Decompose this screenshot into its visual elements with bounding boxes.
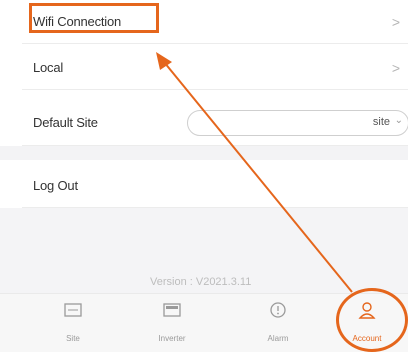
default-site-select[interactable]: site ⌄ [187,110,408,136]
chevron-down-icon: ⌄ [394,115,403,126]
tab-site-label: Site [66,334,80,343]
version-text: Version : V2021.3.11 [150,276,252,288]
logout-label: Log Out [33,178,78,193]
tab-inverter[interactable]: Inverter [142,300,202,343]
default-site-label: Default Site [33,115,98,130]
inverter-icon [163,303,181,317]
local-label: Local [33,60,64,75]
chevron-right-icon: > [391,59,400,76]
tab-alarm[interactable]: Alarm [248,300,308,343]
tab-inverter-label: Inverter [158,334,186,343]
section-separator [0,146,408,160]
site-icon [64,303,82,317]
menu-item-logout[interactable]: Log Out [22,164,408,208]
alarm-icon [270,302,286,318]
chevron-right-icon: > [391,13,400,30]
tab-site[interactable]: Site [43,300,103,343]
menu-item-local[interactable]: Local > [22,46,408,90]
account-highlight-circle [336,288,408,352]
menu-item-default-site: Default Site site ⌄ [22,100,408,146]
wifi-highlight-box [29,3,159,33]
default-site-value: site [372,116,390,128]
tab-alarm-label: Alarm [267,334,289,343]
